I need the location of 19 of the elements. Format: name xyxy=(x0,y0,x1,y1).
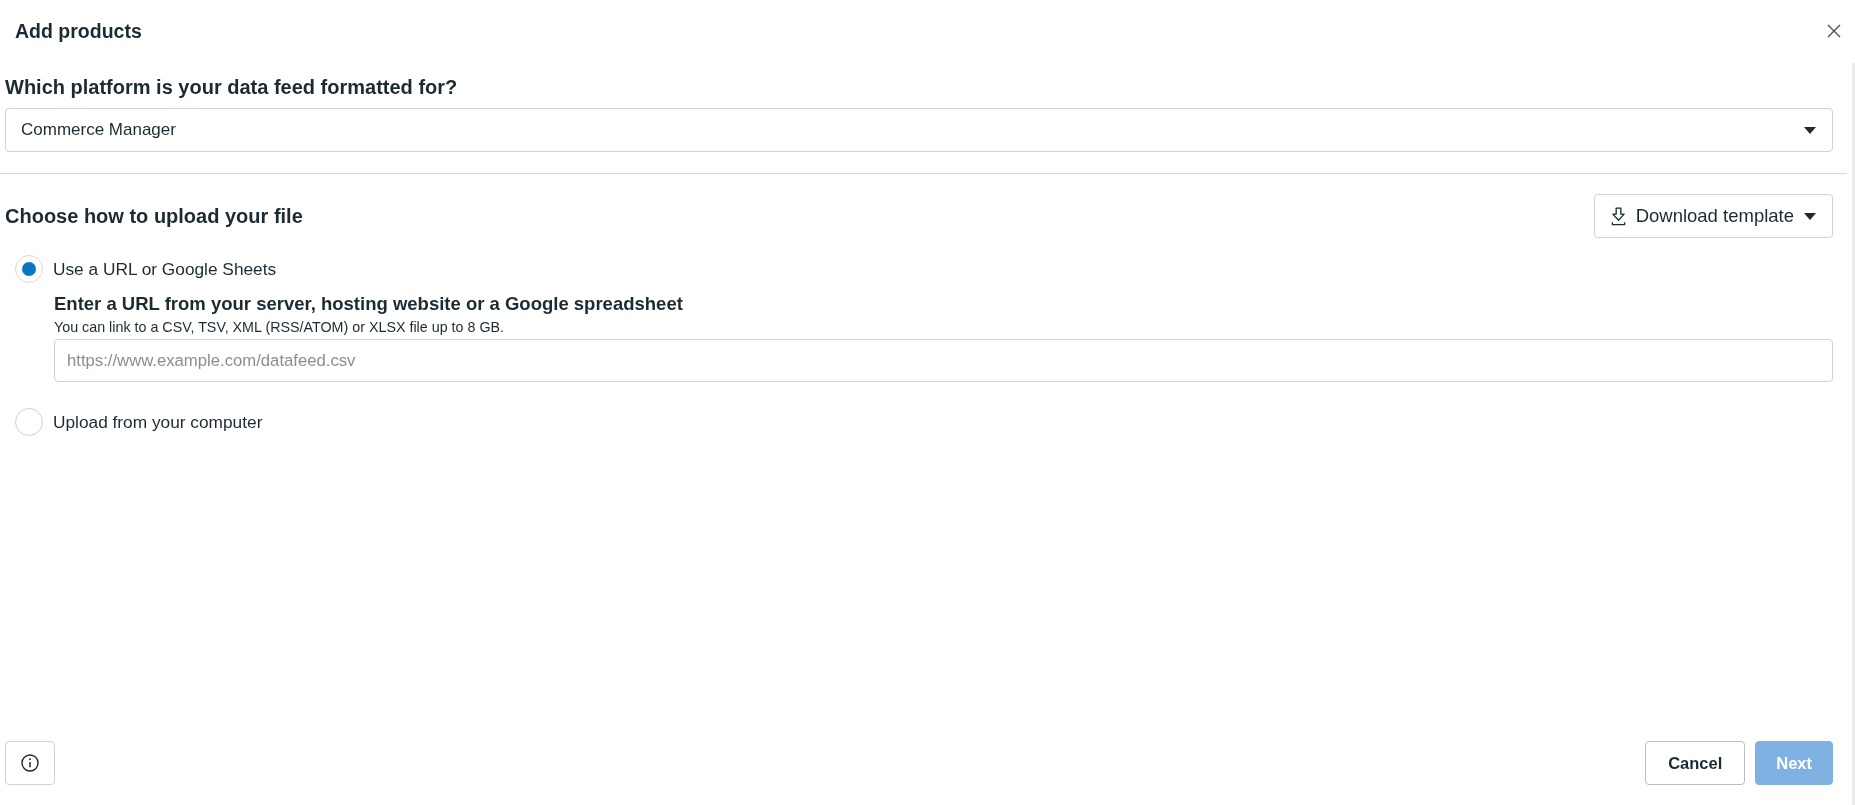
file-types-hint: You can link to a CSV, TSV, XML (RSS/ATOM) or XLSX file up to 8 GB. xyxy=(54,318,505,337)
radio-label[interactable]: Use a URL or Google Sheets xyxy=(53,258,277,280)
info-icon xyxy=(21,754,39,772)
caret-icon xyxy=(1804,126,1816,134)
radio-label[interactable]: Upload from your computer xyxy=(53,411,263,433)
radio-button[interactable] xyxy=(15,255,43,283)
dialog-title: Add products xyxy=(15,19,142,43)
caret-icon xyxy=(1804,212,1816,220)
platform-dropdown[interactable]: Commerce Manager xyxy=(5,108,1833,152)
download-template-button[interactable]: Download template xyxy=(1593,194,1833,238)
close-icon[interactable] xyxy=(1827,24,1841,38)
cancel-button[interactable]: Cancel xyxy=(1645,741,1746,785)
info-button[interactable] xyxy=(5,741,55,785)
download-icon xyxy=(1610,206,1626,226)
upload-heading: Choose how to upload your file xyxy=(5,204,303,228)
platform-question: Which platform is your data feed formatted for? xyxy=(5,75,458,99)
url-input-field[interactable]: https://www.example.com/datafeed.csv xyxy=(54,339,1833,382)
radio-button[interactable] xyxy=(15,408,43,436)
url-instructions: Enter a URL from your server, hosting website or a Google spreadsheet xyxy=(54,292,683,315)
